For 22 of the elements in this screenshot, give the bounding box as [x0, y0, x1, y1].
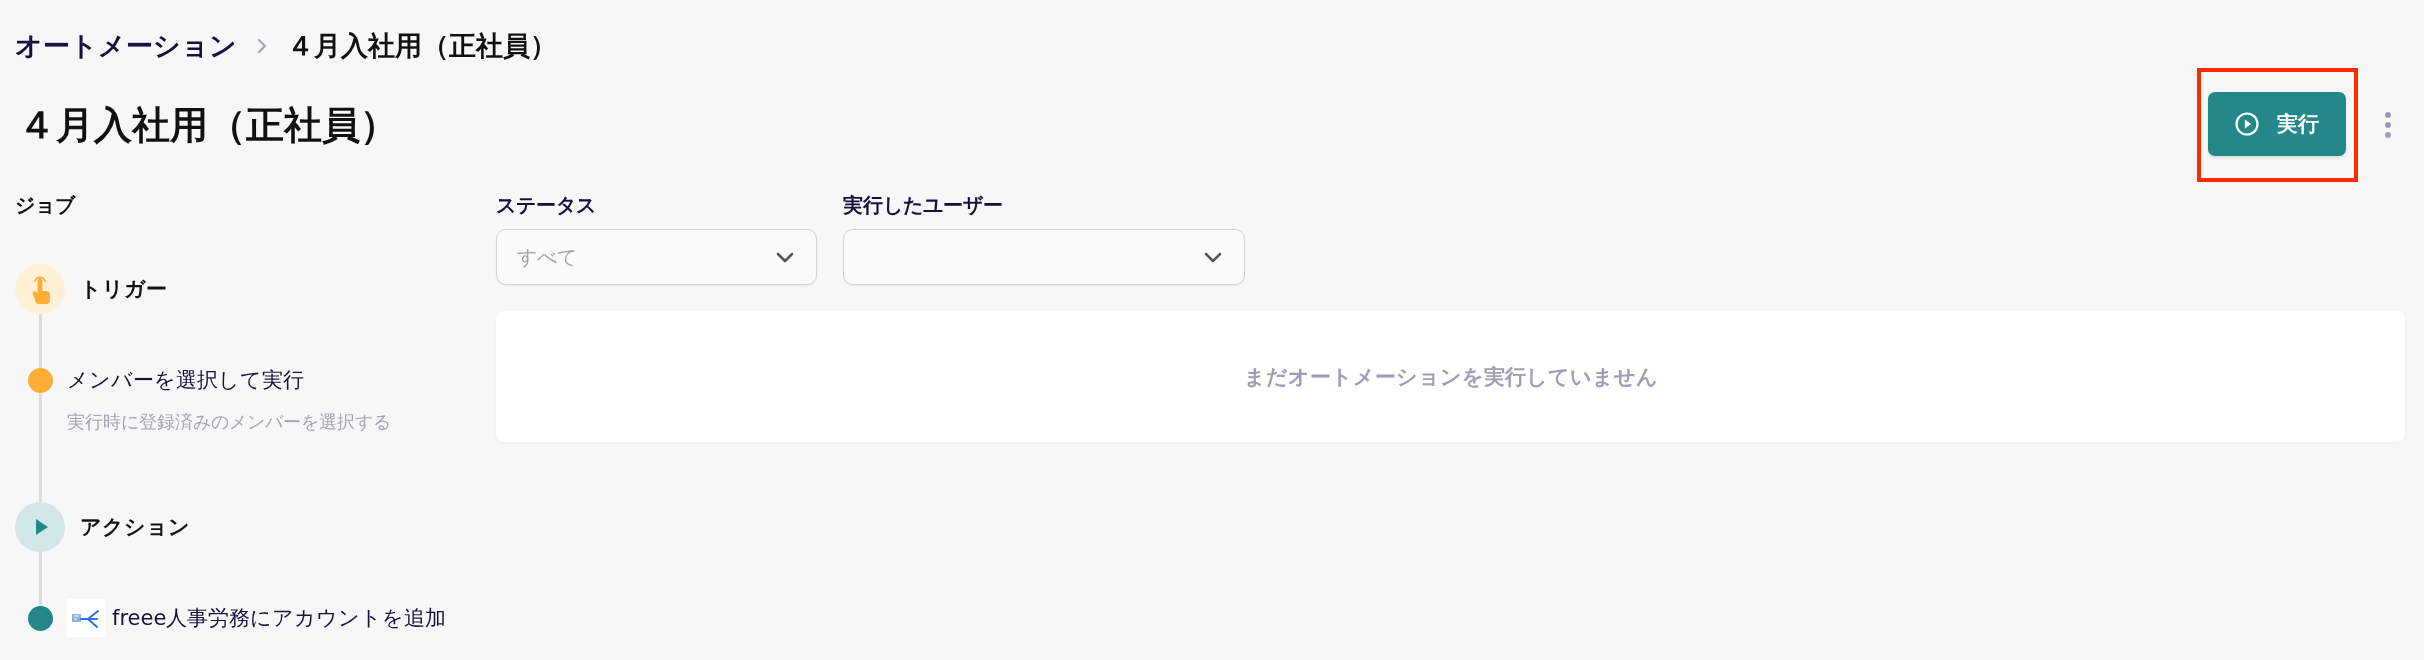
hand-pointer-icon [15, 264, 65, 314]
empty-message: まだオートメーションを実行していません [1243, 363, 1658, 391]
chevron-right-icon [257, 38, 267, 54]
chevron-down-icon [776, 251, 794, 263]
page-title: ４月入社用（正社員） [18, 101, 398, 149]
step-label: メンバーを選択して実行 [67, 367, 304, 393]
step-label: freee人事労務にアカウントを追加 [112, 605, 447, 631]
select-field[interactable]: すべて [496, 229, 817, 285]
sidebar-heading: ジョブ [15, 192, 75, 219]
filter-label: ステータス [496, 192, 596, 219]
section-heading: トリガー [80, 276, 167, 303]
filter-label: 実行したユーザー [843, 192, 1003, 219]
more-icon[interactable] [2385, 112, 2391, 138]
select-field[interactable] [843, 229, 1245, 285]
step-description: 実行時に登録済みのメンバーを選択する [67, 411, 391, 434]
run-button[interactable]: 実行 [2208, 92, 2346, 156]
play-circle-icon [2235, 112, 2259, 136]
chevron-down-icon [1204, 251, 1222, 263]
play-icon [15, 502, 65, 552]
section-heading: アクション [80, 514, 190, 541]
breadcrumb-current: ４月入社用（正社員） [287, 29, 557, 63]
breadcrumb-link[interactable]: オートメーション [15, 28, 237, 64]
